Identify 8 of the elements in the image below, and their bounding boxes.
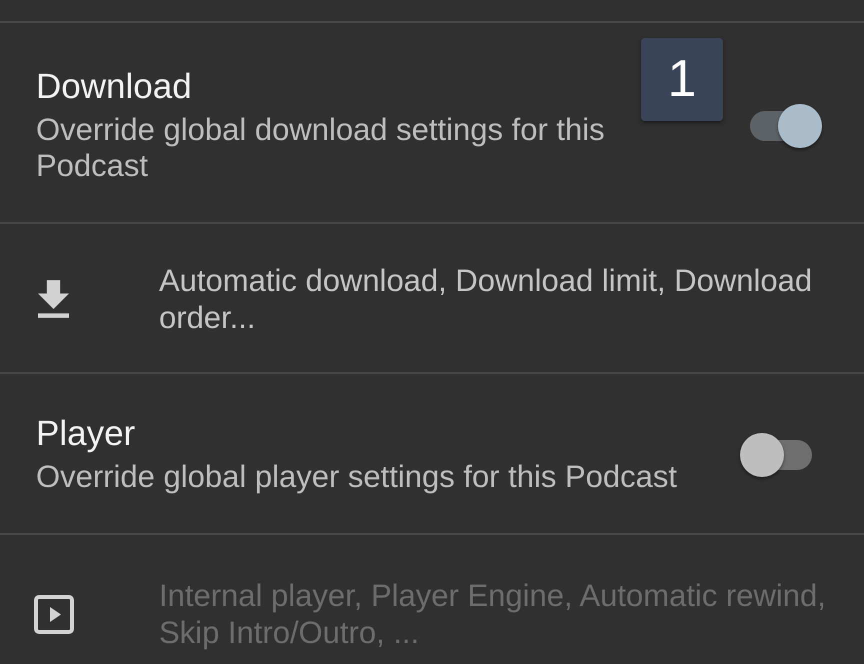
download-icon: [38, 280, 69, 318]
number-badge: 1: [641, 38, 723, 121]
section-title: Player: [36, 414, 136, 454]
section-title: Download: [36, 67, 192, 107]
settings-summary[interactable]: Automatic download, Download limit, Download order...: [159, 262, 840, 336]
section-subtitle: Override global player settings for this Podcast: [36, 459, 677, 495]
play-box-icon: [34, 594, 74, 634]
section-subtitle: Override global download settings for this Podcast: [36, 112, 606, 184]
